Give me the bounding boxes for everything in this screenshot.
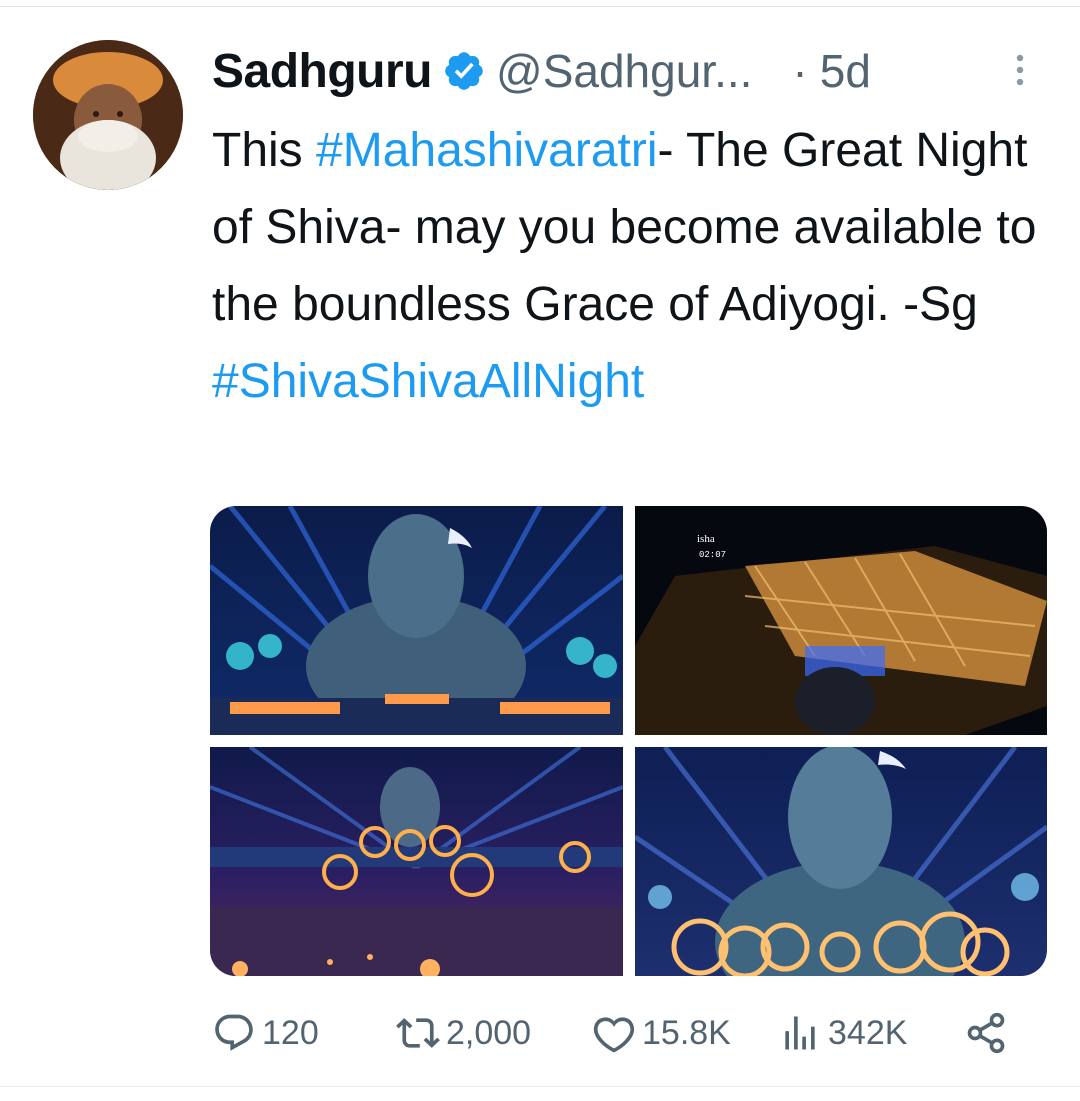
views-icon <box>785 1016 815 1050</box>
adiyogi-lasers-image <box>210 506 623 735</box>
author-name[interactable]: Sadhguru <box>212 44 433 99</box>
retweet-count: 2,000 <box>446 1013 532 1052</box>
adiyogi-fire-rings-image <box>635 747 1047 976</box>
reply-icon <box>215 1014 253 1051</box>
media-grid: isha 02:07 <box>210 506 1047 976</box>
more-options-icon[interactable] <box>1014 52 1026 88</box>
reply-count: 120 <box>262 1013 319 1052</box>
like-button[interactable]: 15.8K <box>592 1006 731 1060</box>
fire-performers-image <box>210 747 623 976</box>
media-image-3[interactable] <box>210 747 623 976</box>
media-logo-text: isha <box>697 533 715 545</box>
media-image-1[interactable] <box>210 506 623 735</box>
top-divider <box>0 6 1080 7</box>
verified-badge-icon <box>445 52 483 90</box>
hashtag-mahashivaratri[interactable]: #Mahashivaratri <box>316 124 657 177</box>
tweet-text: This #Mahashivaratri- The Great Night of… <box>212 112 1062 420</box>
bottom-divider <box>0 1086 1080 1087</box>
like-count: 15.8K <box>642 1013 731 1052</box>
author-handle[interactable]: @Sadhgur... <box>496 44 752 98</box>
share-button[interactable] <box>964 1006 1014 1060</box>
aerial-crowd-image: isha 02:07 <box>635 506 1047 735</box>
avatar-image <box>33 40 183 190</box>
views-count: 342K <box>828 1013 908 1052</box>
tweet-timestamp[interactable]: 5d <box>820 44 871 98</box>
media-timestamp-overlay: 02:07 <box>699 550 726 560</box>
tweet-text-start: This <box>212 124 317 177</box>
share-icon <box>967 1012 1005 1054</box>
views-button[interactable]: 342K <box>778 1006 907 1060</box>
like-icon <box>593 1017 635 1053</box>
tweet-actions: 120 2,000 15.8K 342K <box>212 1006 1032 1060</box>
separator-dot: · <box>792 45 808 97</box>
media-image-4[interactable] <box>635 747 1047 976</box>
media-image-2[interactable]: isha 02:07 <box>635 506 1047 735</box>
avatar[interactable] <box>33 40 183 190</box>
reply-button[interactable]: 120 <box>212 1006 319 1060</box>
tweet-header: Sadhguru @Sadhgur... · 5d <box>212 38 871 104</box>
retweet-button[interactable]: 2,000 <box>396 1006 531 1060</box>
tweet-body: This #Mahashivaratri- The Great Night of… <box>212 112 1062 343</box>
hashtag-shivashivaallnight[interactable]: #ShivaShivaAllNight <box>212 355 644 408</box>
retweet-icon <box>396 1018 440 1048</box>
